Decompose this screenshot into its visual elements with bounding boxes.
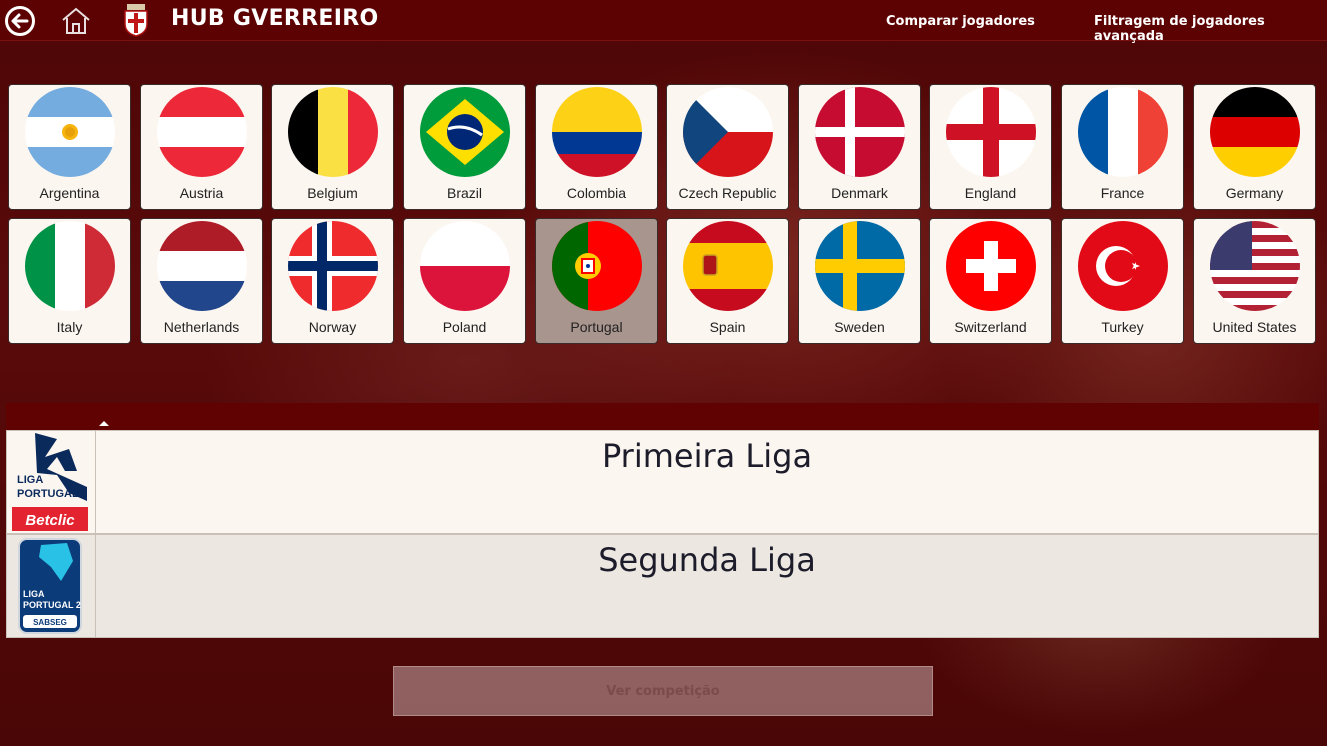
germany-flag-icon — [1210, 87, 1300, 177]
brazil-flag-icon — [420, 87, 510, 177]
country-name: Italy — [56, 319, 83, 335]
country-name: Spain — [709, 319, 746, 335]
country-card-austria[interactable]: Austria — [140, 84, 263, 210]
spain-flag-icon — [683, 221, 773, 311]
belgium-flag-icon — [288, 87, 378, 177]
top-bar: HUB GVERREIRO Comparar jogadores Filtrag… — [0, 0, 1327, 44]
denmark-flag-icon — [815, 87, 905, 177]
country-name: Argentina — [39, 185, 100, 201]
country-card-sweden[interactable]: Sweden — [798, 218, 921, 344]
country-name: Netherlands — [163, 319, 240, 335]
country-card-italy[interactable]: Italy — [8, 218, 131, 344]
country-card-norway[interactable]: Norway — [271, 218, 394, 344]
advanced-filter-link[interactable]: Filtragem de jogadores avançada — [1094, 14, 1327, 44]
svg-text:PORTUGAL 2: PORTUGAL 2 — [23, 600, 81, 610]
united-states-flag-icon — [1210, 221, 1300, 311]
argentina-flag-icon — [25, 87, 115, 177]
league-name: Primeira Liga — [601, 437, 813, 475]
liga-portugal-logo-icon: LIGA PORTUGAL Betclic — [12, 433, 88, 531]
country-card-england[interactable]: England — [929, 84, 1052, 210]
country-name: Brazil — [446, 185, 482, 201]
table-header — [6, 403, 1319, 430]
home-button[interactable] — [60, 6, 92, 36]
country-name: Turkey — [1101, 319, 1144, 335]
country-name: Switzerland — [954, 319, 1027, 335]
back-button[interactable] — [5, 6, 35, 36]
italy-flag-icon — [25, 221, 115, 311]
country-grid: Argentina Austria Belgium Brazil Colombi… — [8, 84, 1320, 344]
country-card-germany[interactable]: Germany — [1193, 84, 1316, 210]
country-name: Norway — [308, 319, 357, 335]
league-row-segunda-liga[interactable]: LIGA PORTUGAL 2 SABSEG Segunda Liga — [6, 534, 1319, 638]
club-crest-icon — [123, 4, 149, 37]
country-name: Germany — [1225, 185, 1284, 201]
country-name: Portugal — [570, 319, 623, 335]
arrow-left-icon — [11, 13, 29, 29]
country-card-argentina[interactable]: Argentina — [8, 84, 131, 210]
league-row-primeira-liga[interactable]: LIGA PORTUGAL Betclic Primeira Liga — [6, 430, 1319, 534]
country-name: Sweden — [834, 319, 885, 335]
svg-text:LIGA: LIGA — [17, 474, 43, 486]
league-table: LIGA PORTUGAL Betclic Primeira Liga LIGA… — [6, 403, 1319, 639]
country-card-netherlands[interactable]: Netherlands — [140, 218, 263, 344]
czech-republic-flag-icon — [683, 87, 773, 177]
sort-ascending-icon[interactable] — [99, 421, 109, 426]
country-card-brazil[interactable]: Brazil — [403, 84, 526, 210]
compare-players-link[interactable]: Comparar jogadores — [886, 14, 1035, 29]
country-name: England — [964, 185, 1017, 201]
country-name: Poland — [442, 319, 487, 335]
country-name: Czech Republic — [678, 185, 777, 201]
view-competition-button[interactable]: Ver competição — [393, 666, 933, 716]
country-name: Colombia — [566, 185, 627, 201]
country-card-czech-republic[interactable]: Czech Republic — [666, 84, 789, 210]
country-card-france[interactable]: France — [1061, 84, 1184, 210]
svg-text:SABSEG: SABSEG — [33, 618, 67, 627]
svg-text:Betclic: Betclic — [25, 512, 75, 529]
country-name: Austria — [179, 185, 224, 201]
app-title: HUB GVERREIRO — [171, 6, 379, 31]
country-card-switzerland[interactable]: Switzerland — [929, 218, 1052, 344]
netherlands-flag-icon — [157, 221, 247, 311]
home-icon — [62, 7, 90, 34]
norway-flag-icon — [288, 221, 378, 311]
country-card-spain[interactable]: Spain — [666, 218, 789, 344]
poland-flag-icon — [420, 221, 510, 311]
country-card-denmark[interactable]: Denmark — [798, 84, 921, 210]
league-logo-cell: LIGA PORTUGAL Betclic — [7, 431, 96, 533]
sweden-flag-icon — [815, 221, 905, 311]
switzerland-flag-icon — [946, 221, 1036, 311]
turkey-flag-icon — [1078, 221, 1168, 311]
portugal-flag-icon — [552, 221, 642, 311]
france-flag-icon — [1078, 87, 1168, 177]
country-name: France — [1100, 185, 1145, 201]
country-card-belgium[interactable]: Belgium — [271, 84, 394, 210]
england-flag-icon — [946, 87, 1036, 177]
country-card-poland[interactable]: Poland — [403, 218, 526, 344]
svg-text:PORTUGAL: PORTUGAL — [17, 488, 79, 500]
league-name: Segunda Liga — [598, 541, 816, 579]
svg-text:LIGA: LIGA — [23, 589, 45, 599]
country-name: Denmark — [831, 185, 888, 201]
austria-flag-icon — [157, 87, 247, 177]
country-card-colombia[interactable]: Colombia — [535, 84, 658, 210]
colombia-flag-icon — [552, 87, 642, 177]
country-name: United States — [1212, 319, 1297, 335]
liga-portugal-2-logo-icon: LIGA PORTUGAL 2 SABSEG — [18, 538, 82, 634]
country-card-turkey[interactable]: Turkey — [1061, 218, 1184, 344]
country-card-portugal[interactable]: Portugal — [535, 218, 658, 344]
league-logo-cell: LIGA PORTUGAL 2 SABSEG — [7, 535, 96, 637]
country-card-united-states[interactable]: United States — [1193, 218, 1316, 344]
country-name: Belgium — [307, 185, 358, 201]
